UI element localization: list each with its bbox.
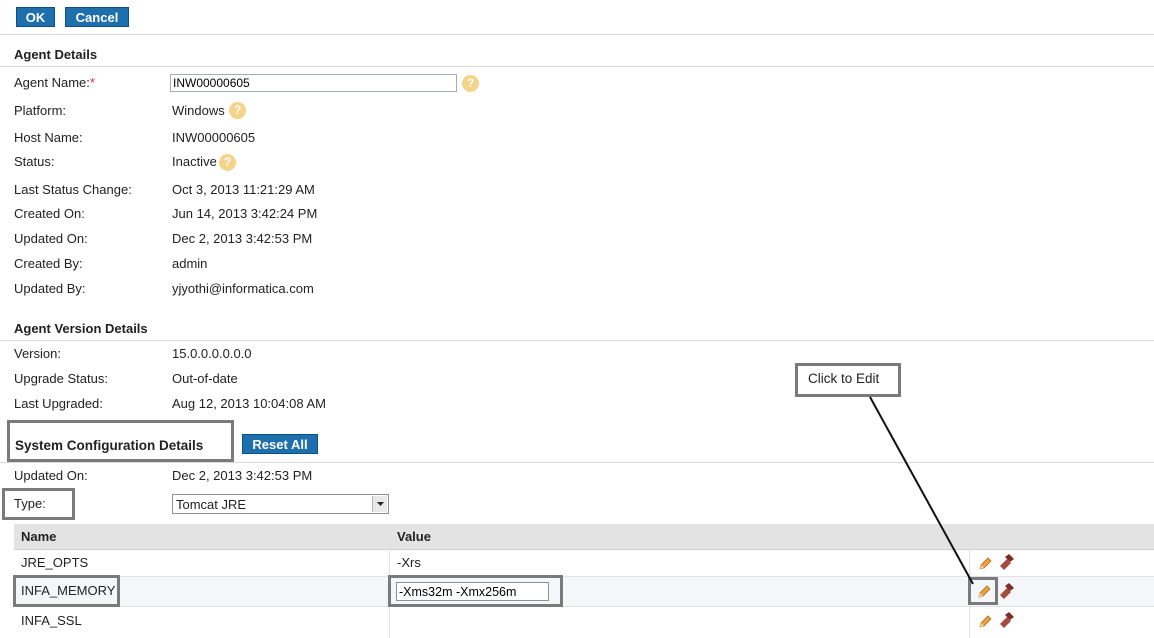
status-value: Inactive <box>172 154 217 169</box>
version-label: Version: <box>14 346 61 361</box>
delete-icon[interactable] <box>998 583 1014 599</box>
host-name-label: Host Name: <box>14 130 83 145</box>
last-status-change-label: Last Status Change: <box>14 182 132 197</box>
type-select-value: Tomcat JRE <box>176 497 247 512</box>
host-name-value: INW00000605 <box>172 130 256 145</box>
delete-icon[interactable] <box>998 554 1014 570</box>
config-grid-header <box>14 524 1154 550</box>
agent-details-divider <box>0 66 1154 67</box>
help-icon[interactable]: ? <box>229 102 246 119</box>
platform-label: Platform: <box>14 103 67 118</box>
help-icon[interactable]: ? <box>219 154 236 171</box>
config-updated-on-label: Updated On: <box>14 468 88 483</box>
updated-on-value: Dec 2, 2013 3:42:53 PM <box>172 231 313 246</box>
created-by-value: admin <box>172 256 208 271</box>
column-header-name[interactable]: Name <box>21 529 56 544</box>
row-name-cell: INFA_MEMORY <box>21 583 116 598</box>
platform-value: Windows <box>172 103 225 118</box>
config-updated-on-value: Dec 2, 2013 3:42:53 PM <box>172 468 313 483</box>
updated-by-label: Updated By: <box>14 281 86 296</box>
type-select[interactable]: Tomcat JRE <box>172 494 389 514</box>
version-value: 15.0.0.0.0.0.0 <box>172 346 252 361</box>
last-status-change-value: Oct 3, 2013 11:21:29 AM <box>172 182 315 197</box>
pencil-icon[interactable] <box>977 556 993 572</box>
agent-details-title: Agent Details <box>14 47 98 62</box>
row-value-cell: -Xrs <box>397 555 421 570</box>
system-config-divider <box>0 462 1154 463</box>
version-details-divider <box>0 340 1154 341</box>
chevron-down-icon[interactable] <box>372 496 387 512</box>
created-by-label: Created By: <box>14 256 83 271</box>
pencil-icon[interactable] <box>976 584 992 600</box>
value-edit-input[interactable] <box>396 582 549 601</box>
toolbar-divider <box>0 34 1154 35</box>
row-name-cell: JRE_OPTS <box>21 555 89 570</box>
last-upgraded-label: Last Upgraded: <box>14 396 103 411</box>
pencil-icon[interactable] <box>977 614 993 630</box>
version-details-title: Agent Version Details <box>14 321 148 336</box>
system-config-title: System Configuration Details <box>15 438 204 453</box>
callout-text: Click to Edit <box>808 371 880 386</box>
created-on-value: Jun 14, 2013 3:42:24 PM <box>172 206 318 221</box>
updated-by-value: yjyothi@informatica.com <box>172 281 314 296</box>
last-upgraded-value: Aug 12, 2013 10:04:08 AM <box>172 396 326 411</box>
updated-on-label: Updated On: <box>14 231 88 246</box>
delete-icon[interactable] <box>998 612 1014 628</box>
upgrade-status-label: Upgrade Status: <box>14 371 108 386</box>
ok-button[interactable]: OK <box>16 7 55 27</box>
agent-name-input[interactable] <box>170 74 457 92</box>
cancel-button[interactable]: Cancel <box>65 7 129 27</box>
help-icon[interactable]: ? <box>462 75 479 92</box>
column-header-value[interactable]: Value <box>397 529 431 544</box>
type-label: Type: <box>14 496 46 511</box>
required-mark: * <box>89 75 95 90</box>
row-name-cell: INFA_SSL <box>21 613 82 628</box>
agent-name-label: Agent Name:* <box>14 75 95 90</box>
reset-all-button[interactable]: Reset All <box>242 434 318 454</box>
status-label: Status: <box>14 154 55 169</box>
row-divider <box>14 606 1154 607</box>
upgrade-status-value: Out-of-date <box>172 371 238 386</box>
created-on-label: Created On: <box>14 206 85 221</box>
